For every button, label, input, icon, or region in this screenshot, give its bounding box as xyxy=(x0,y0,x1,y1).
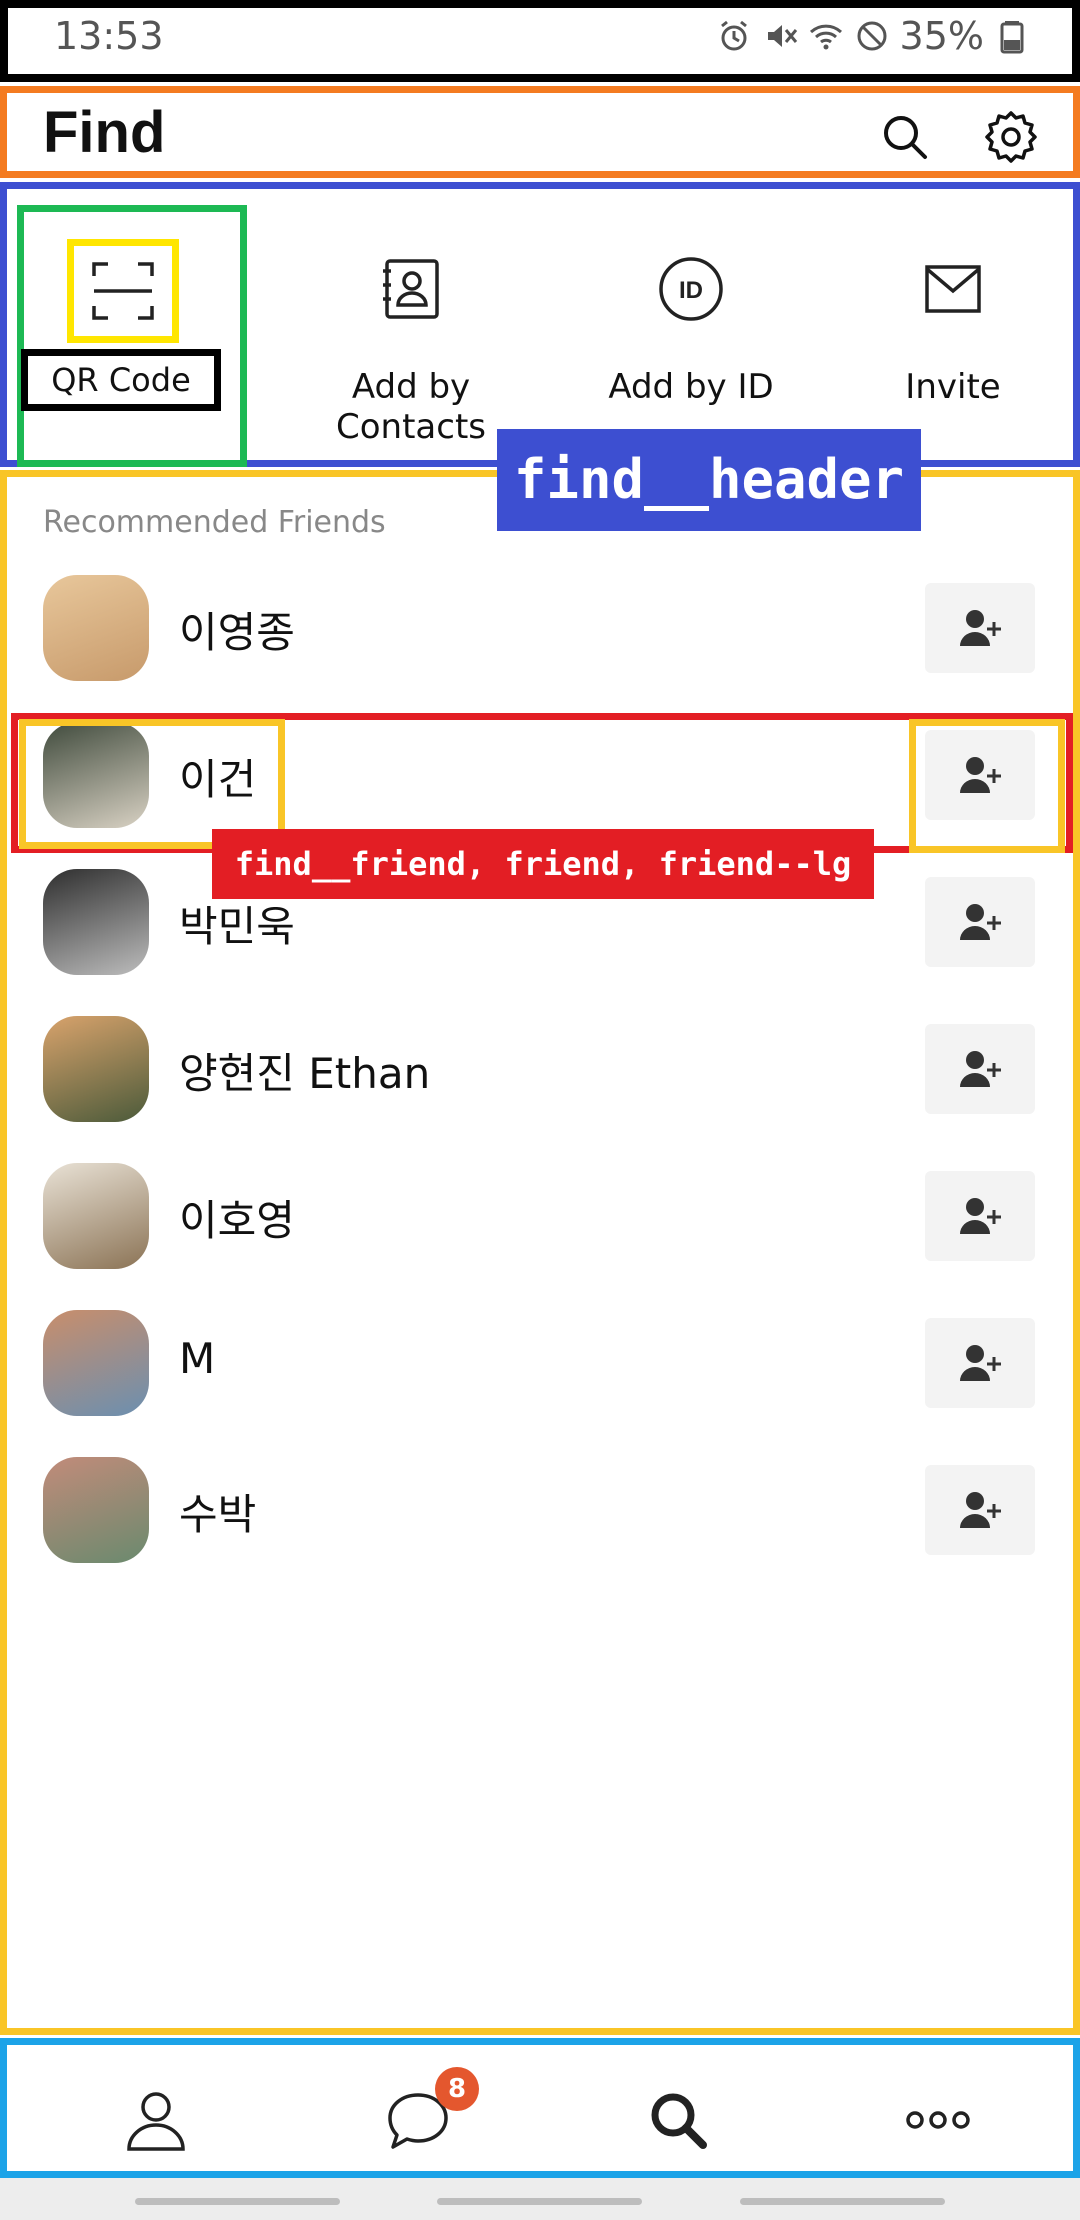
add-friend-icon xyxy=(960,1492,1001,1528)
gesture-pill[interactable] xyxy=(740,2198,945,2205)
add-friend-button[interactable] xyxy=(925,1024,1035,1114)
qr-code-label: QR Code xyxy=(51,361,191,399)
add-friend-icon xyxy=(960,1345,1001,1381)
qr-icon-highlight xyxy=(67,239,179,343)
wifi-icon xyxy=(809,24,842,50)
avatar[interactable] xyxy=(43,1016,149,1122)
battery-percent: 35% xyxy=(899,14,984,58)
friend-name: 박민욱 xyxy=(179,902,295,951)
friend-row[interactable]: 이호영 xyxy=(7,1143,1073,1289)
find-header: QR Code Add by Contacts ID Add by ID Inv… xyxy=(0,182,1080,531)
avatar[interactable] xyxy=(43,1457,149,1563)
search-icon[interactable] xyxy=(643,2085,713,2155)
battery-icon xyxy=(1000,21,1024,54)
title-bar: Find xyxy=(0,86,1080,178)
add-friend-icon xyxy=(960,1051,1001,1087)
gesture-pill[interactable] xyxy=(437,2198,642,2205)
add-friend-button[interactable] xyxy=(925,877,1035,967)
alarm-icon xyxy=(720,20,747,51)
friend-name: 양현진 Ethan xyxy=(179,1049,431,1098)
find-header-tag: find__header xyxy=(497,429,921,531)
friend-row[interactable]: M xyxy=(7,1290,1073,1436)
avatar[interactable] xyxy=(43,722,149,828)
bottom-navigation: 8 xyxy=(0,2038,1080,2178)
status-bar: 13:53 35% xyxy=(0,0,1080,82)
page-title: Find xyxy=(43,100,166,165)
avatar[interactable] xyxy=(43,575,149,681)
no-disturb-icon xyxy=(857,21,887,51)
qr-scan-icon xyxy=(92,262,154,320)
avatar[interactable] xyxy=(43,869,149,975)
recommended-friends-list: Recommended Friends 이영종 이건 박민욱 양현진 Ethan… xyxy=(0,470,1080,2035)
friend-row[interactable]: 이건 xyxy=(7,702,1073,848)
add-friend-button[interactable] xyxy=(925,730,1035,820)
avatar[interactable] xyxy=(43,1163,149,1269)
invite-label: Invite xyxy=(905,367,1001,407)
add-friend-icon xyxy=(960,904,1001,940)
mute-icon xyxy=(767,25,797,47)
contacts-book-icon xyxy=(383,259,439,319)
add-by-id-label: Add by ID xyxy=(608,367,774,407)
more-dots-icon[interactable] xyxy=(903,2085,973,2155)
friend-highlight-tag: find__friend, friend, friend--lg xyxy=(212,829,874,899)
status-time: 13:53 xyxy=(54,14,164,58)
id-circle-icon: ID xyxy=(659,257,723,321)
envelope-icon xyxy=(925,265,981,313)
qr-label-highlight: QR Code xyxy=(21,349,221,411)
friend-row[interactable]: 양현진 Ethan xyxy=(7,996,1073,1142)
friend-name: M xyxy=(179,1334,216,1383)
add-friend-button[interactable] xyxy=(925,1465,1035,1555)
gesture-pill[interactable] xyxy=(135,2198,340,2205)
person-icon[interactable] xyxy=(121,2085,191,2155)
settings-gear-icon[interactable] xyxy=(983,109,1039,165)
add-friend-button[interactable] xyxy=(925,1171,1035,1261)
friend-name: 이호영 xyxy=(179,1196,295,1245)
friend-row[interactable]: 이영종 xyxy=(7,555,1073,701)
invite-action[interactable]: Invite xyxy=(823,199,1080,459)
friend-name: 이영종 xyxy=(179,608,295,657)
qr-code-action[interactable]: QR Code xyxy=(7,199,267,467)
friend-name: 이건 xyxy=(179,755,257,804)
friend-row[interactable]: 수박 xyxy=(7,1437,1073,1583)
add-by-contacts-action[interactable]: Add by Contacts xyxy=(281,199,541,459)
add-friend-button[interactable] xyxy=(925,1318,1035,1408)
add-friend-icon xyxy=(960,757,1001,793)
search-icon[interactable] xyxy=(877,109,933,165)
add-friend-icon xyxy=(960,1198,1001,1234)
add-friend-button[interactable] xyxy=(925,583,1035,673)
status-icons: 35% xyxy=(716,14,1030,58)
avatar[interactable] xyxy=(43,1310,149,1416)
add-by-id-action[interactable]: ID Add by ID xyxy=(561,199,821,459)
add-friend-icon xyxy=(960,610,1001,646)
chats-tab[interactable]: 8 xyxy=(383,2067,479,2155)
svg-text:ID: ID xyxy=(679,277,703,304)
chat-badge: 8 xyxy=(435,2067,479,2111)
gesture-bar xyxy=(0,2178,1080,2220)
section-title: Recommended Friends xyxy=(43,505,386,540)
friend-name: 수박 xyxy=(179,1490,257,1539)
